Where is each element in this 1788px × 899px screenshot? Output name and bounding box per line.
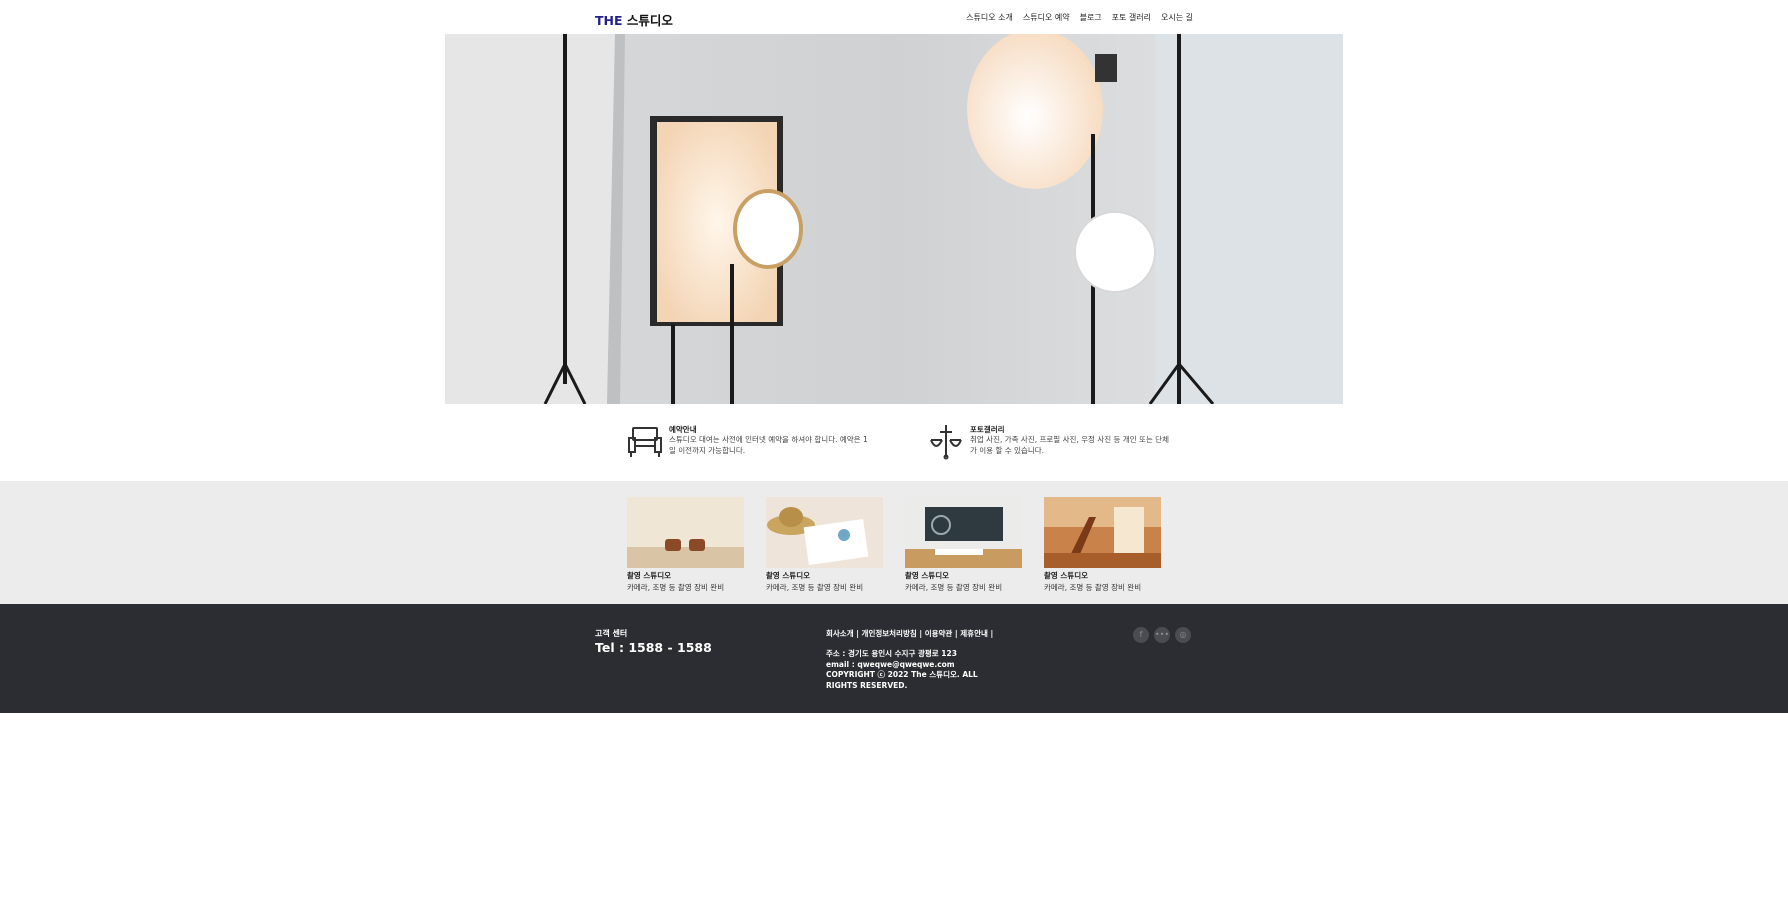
info-booking: 예약안내 스튜디오 대여는 사전에 인터넷 예약을 하셔야 합니다. 예약은 1… [627, 424, 877, 464]
nav-studio-booking[interactable]: 스튜디오 예약 [1023, 12, 1070, 23]
footer-address: 주소 : 경기도 용인시 수지구 광평로 123 [826, 649, 957, 658]
info-booking-desc: 스튜디오 대여는 사전에 인터넷 예약을 하셔야 합니다. 예약은 1일 이전까… [669, 435, 868, 455]
sofa-icon [627, 424, 663, 460]
footer-email: email : qweqwe@qweqwe.com [826, 659, 955, 669]
gallery-photo [627, 497, 744, 568]
info-photo-gallery: 포토갤러리 취업 사진, 가족 사진, 프로필 사진, 우정 사진 등 개인 또… [928, 424, 1178, 464]
social-links: f ••• ◎ [1133, 627, 1191, 643]
footer-links[interactable]: 회사소개 | 개인정보처리방침 | 이용약관 | 제휴안내 | [826, 628, 993, 639]
footer-copyright: COPYRIGHT ⓒ 2022 The 스튜디오. ALL RIGHTS RE… [826, 670, 978, 690]
nav-photo-gallery[interactable]: 포토 갤러리 [1112, 12, 1151, 23]
site-header: THE 스튜디오 스튜디오 소개 스튜디오 예약 블로그 포토 갤러리 오시는 … [0, 0, 1788, 34]
blog-icon[interactable]: ••• [1154, 627, 1170, 643]
gallery-card[interactable]: 촬영 스튜디오 카메라, 조명 등 촬영 장비 완비 [905, 497, 1022, 593]
main-nav: 스튜디오 소개 스튜디오 예약 블로그 포토 갤러리 오시는 길 [966, 12, 1193, 23]
customer-center-title: 고객 센터 [595, 629, 628, 638]
gallery-section: 촬영 스튜디오 카메라, 조명 등 촬영 장비 완비 촬영 스튜디오 카메라, … [0, 481, 1788, 604]
gallery-photo [905, 497, 1022, 568]
site-logo[interactable]: THE 스튜디오 [595, 10, 673, 29]
nav-studio-intro[interactable]: 스튜디오 소개 [966, 12, 1013, 23]
gallery-card[interactable]: 촬영 스튜디오 카메라, 조명 등 촬영 장비 완비 [766, 497, 883, 593]
facebook-icon[interactable]: f [1133, 627, 1149, 643]
gallery-photo [766, 497, 883, 568]
site-footer: 고객 센터 Tel : 1588 - 1588 회사소개 | 개인정보처리방침 … [0, 604, 1788, 713]
gallery-photo [1044, 497, 1161, 568]
instagram-icon[interactable]: ◎ [1175, 627, 1191, 643]
nav-directions[interactable]: 오시는 길 [1161, 12, 1193, 23]
nav-blog[interactable]: 블로그 [1080, 12, 1102, 23]
info-gallery-title: 포토갤러리 [970, 425, 1005, 434]
info-booking-title: 예약안내 [669, 425, 697, 434]
gallery-card[interactable]: 촬영 스튜디오 카메라, 조명 등 촬영 장비 완비 [1044, 497, 1161, 593]
footer-company-info: 주소 : 경기도 용인시 수지구 광평로 123 email : qweqwe@… [826, 649, 1006, 691]
hero-image [445, 34, 1343, 404]
customer-center-tel: Tel : 1588 - 1588 [595, 640, 712, 655]
info-gallery-desc: 취업 사진, 가족 사진, 프로필 사진, 우정 사진 등 개인 또는 단체가 … [970, 435, 1169, 455]
gallery-card[interactable]: 촬영 스튜디오 카메라, 조명 등 촬영 장비 완비 [627, 497, 744, 593]
chandelier-icon [928, 424, 964, 460]
